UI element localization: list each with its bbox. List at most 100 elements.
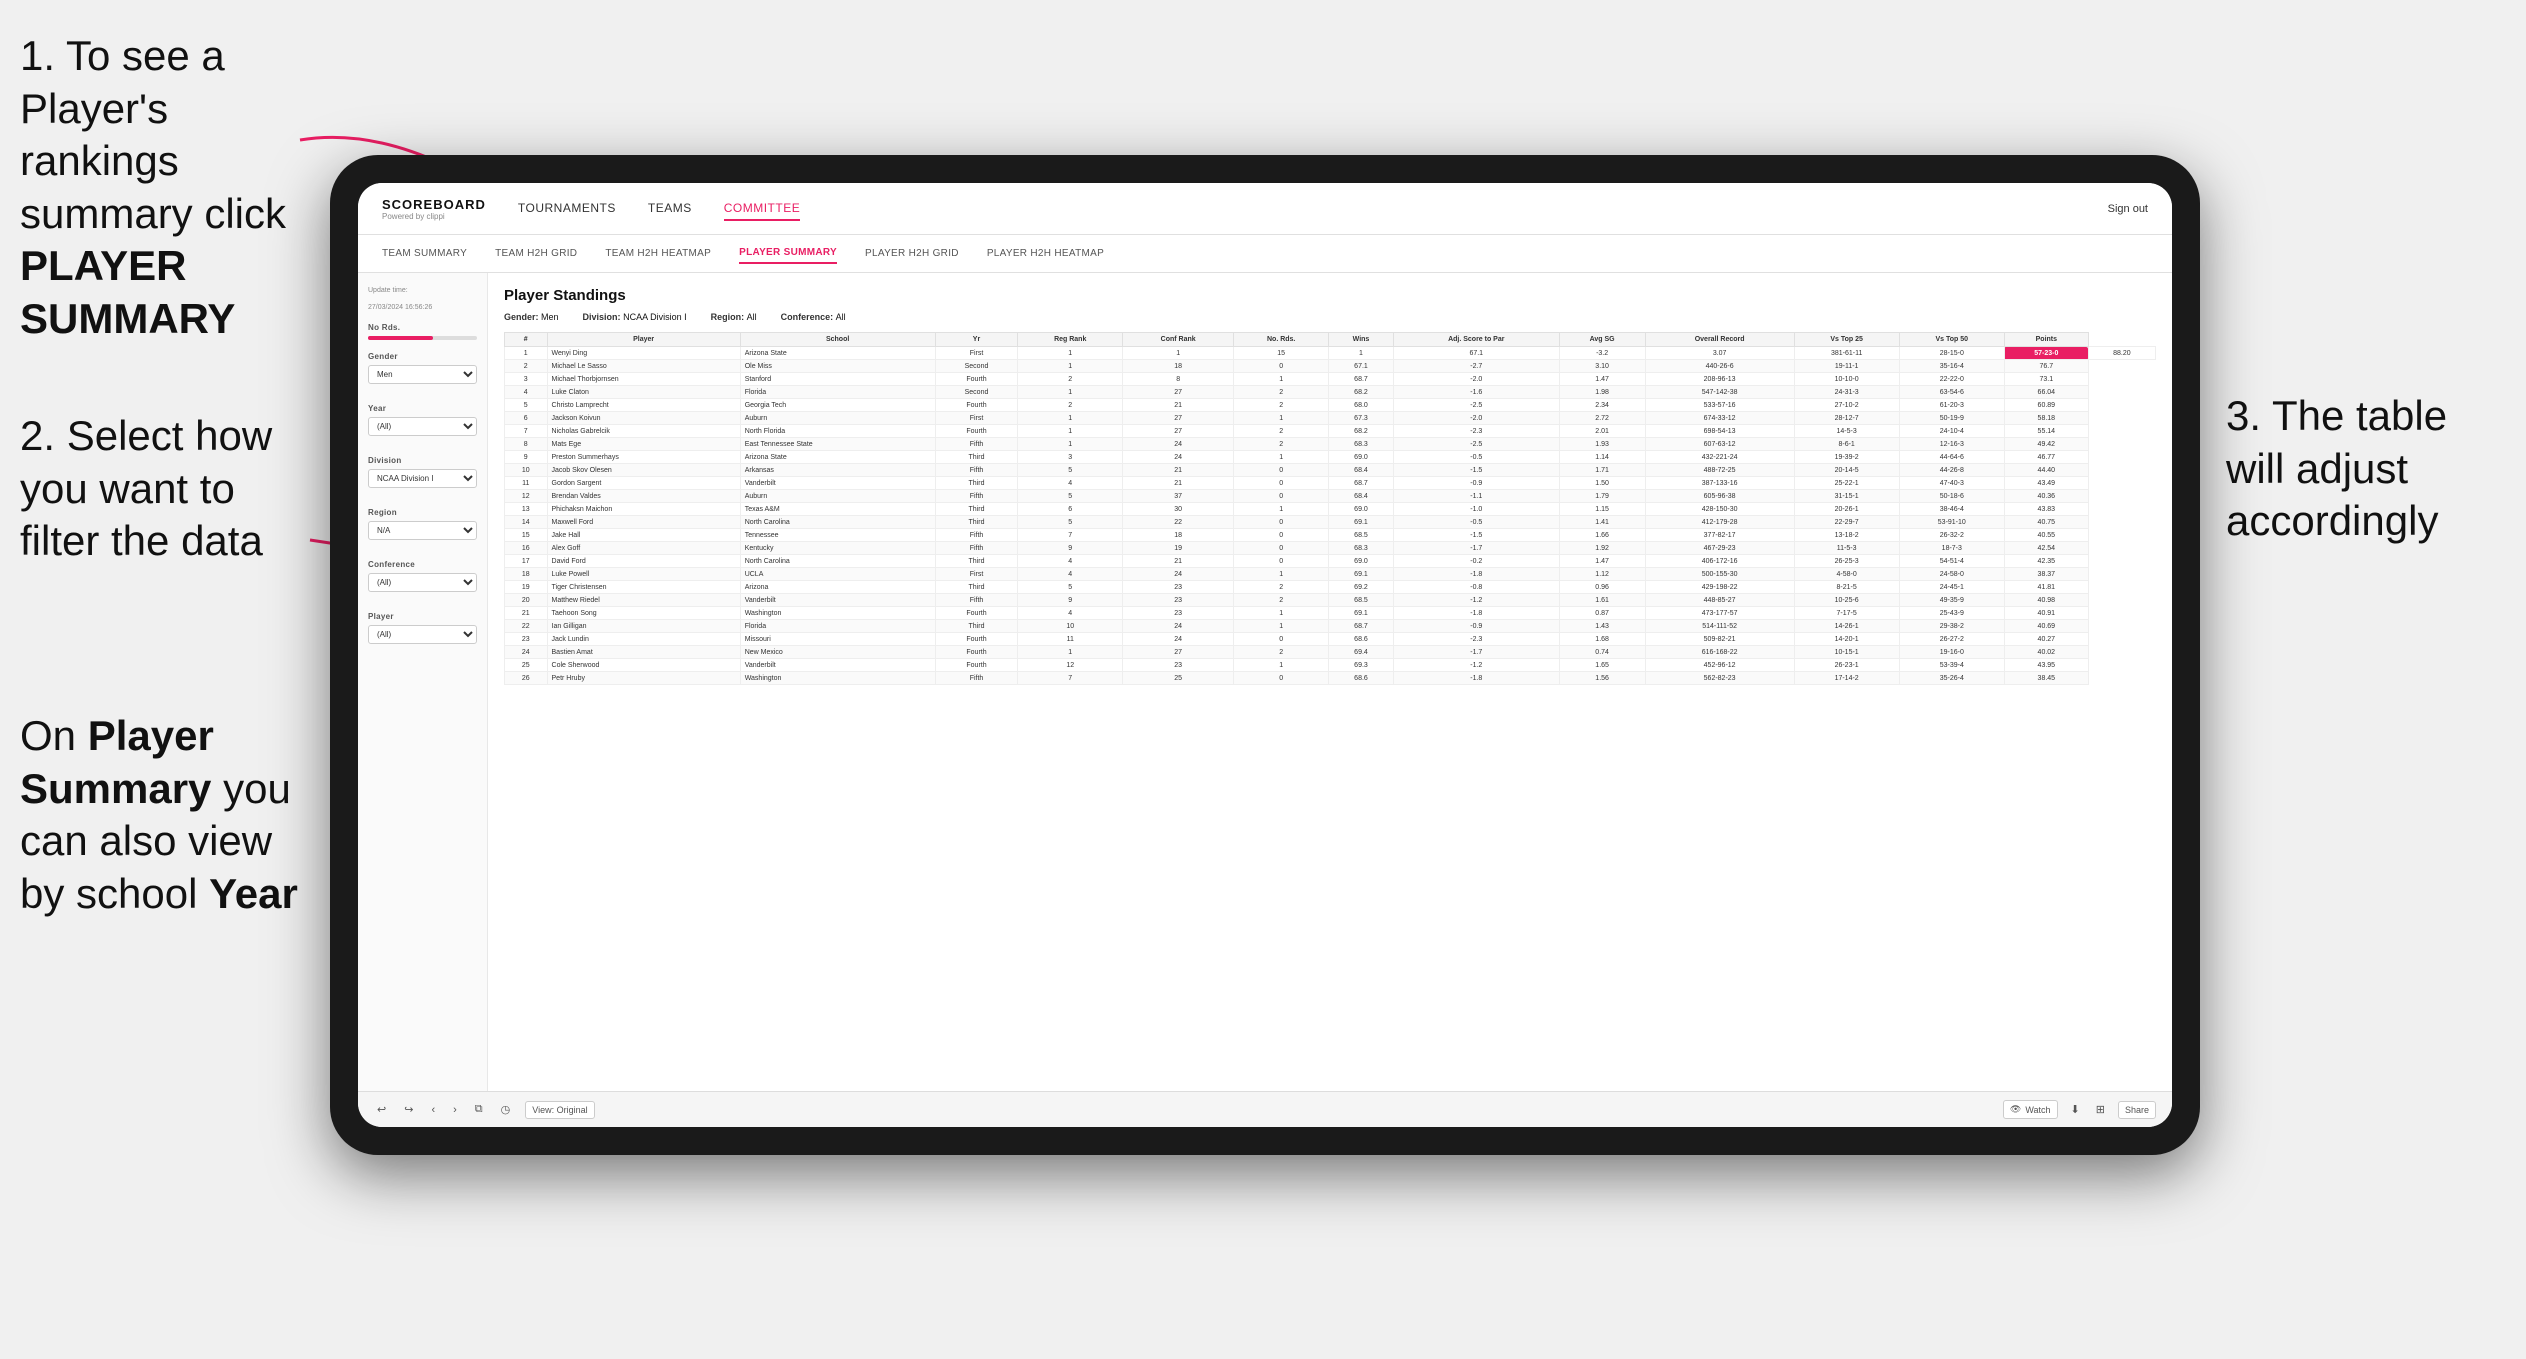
sidebar-year-section: Year (All) bbox=[368, 404, 477, 444]
sidebar-player-section: Player (All) bbox=[368, 612, 477, 652]
sidebar-conference-label: Conference bbox=[368, 560, 477, 569]
table-row: 7Nicholas GabrelcikNorth FloridaFourth12… bbox=[505, 425, 2156, 438]
logo-text: SCOREBOARD bbox=[382, 197, 486, 212]
table-row: 15Jake HallTennesseeFifth718068.5-1.51.6… bbox=[505, 529, 2156, 542]
nav-link-teams[interactable]: TEAMS bbox=[648, 197, 692, 221]
filter-gender-label: Gender: Men bbox=[504, 312, 559, 322]
sidebar-update-section: Update time: 27/03/2024 16:56:26 bbox=[368, 287, 477, 311]
col-school: School bbox=[740, 333, 935, 347]
tablet-screen: SCOREBOARD Powered by clippi TOURNAMENTS… bbox=[358, 183, 2172, 1127]
bottom-toolbar: ↩ ↪ ‹ › ⧉ ◷ View: Original 👁 Watch ⬇ ⊞ S… bbox=[358, 1091, 2172, 1127]
table-title: Player Standings bbox=[504, 287, 2156, 304]
table-row: 25Cole SherwoodVanderbiltFourth1223169.3… bbox=[505, 659, 2156, 672]
table-row: 14Maxwell FordNorth CarolinaThird522069.… bbox=[505, 516, 2156, 529]
watch-icon: 👁 bbox=[2010, 1104, 2021, 1115]
sidebar-division-section: Division NCAA Division I bbox=[368, 456, 477, 496]
table-filters: Gender: Men Division: NCAA Division I Re… bbox=[504, 312, 2156, 322]
sidebar-slider[interactable] bbox=[368, 336, 477, 340]
sidebar-region-label: Region bbox=[368, 508, 477, 517]
sidebar-region-select[interactable]: N/A bbox=[368, 521, 477, 540]
undo-icon[interactable]: ↩ bbox=[377, 1103, 386, 1116]
step3-text: 3. The table will adjust accordingly bbox=[2226, 392, 2447, 544]
sidebar-player-label: Player bbox=[368, 612, 477, 621]
subnav-player-h2h-heatmap[interactable]: PLAYER H2H HEATMAP bbox=[987, 244, 1104, 263]
filter-conference-label: Conference: All bbox=[781, 312, 846, 322]
table-row: 4Luke ClatonFloridaSecond127268.2-1.61.9… bbox=[505, 386, 2156, 399]
subnav-team-h2h-grid[interactable]: TEAM H2H GRID bbox=[495, 244, 577, 263]
subnav-team-h2h-heatmap[interactable]: TEAM H2H HEATMAP bbox=[605, 244, 711, 263]
sidebar-gender-select[interactable]: Men bbox=[368, 365, 477, 384]
table-row: 16Alex GoffKentuckyFifth919068.3-1.71.92… bbox=[505, 542, 2156, 555]
clock-icon[interactable]: ◷ bbox=[501, 1103, 511, 1116]
sidebar-year-select[interactable]: (All) bbox=[368, 417, 477, 436]
table-row: 20Matthew RiedelVanderbiltFifth923268.5-… bbox=[505, 594, 2156, 607]
table-row: 8Mats EgeEast Tennessee StateFifth124268… bbox=[505, 438, 2156, 451]
download-icon[interactable]: ⬇ bbox=[2071, 1103, 2080, 1116]
filter-region-label: Region: All bbox=[711, 312, 757, 322]
sidebar-division-label: Division bbox=[368, 456, 477, 465]
table-row: 22Ian GilliganFloridaThird1024168.7-0.91… bbox=[505, 620, 2156, 633]
step1-text: 1. To see a Player's rankings summary cl… bbox=[20, 32, 286, 237]
table-area: Player Standings Gender: Men Division: N… bbox=[488, 273, 2172, 1091]
table-row: 12Brendan ValdesAuburnFifth537068.4-1.11… bbox=[505, 490, 2156, 503]
nav-right: Sign out bbox=[2108, 203, 2148, 215]
table-row: 17David FordNorth CarolinaThird421069.0-… bbox=[505, 555, 2156, 568]
sidebar-player-select[interactable]: (All) bbox=[368, 625, 477, 644]
step2-text: 2. Select how you want to filter the dat… bbox=[20, 412, 272, 564]
filter-division-label: Division: NCAA Division I bbox=[583, 312, 687, 322]
nav-link-tournaments[interactable]: TOURNAMENTS bbox=[518, 197, 616, 221]
copy-icon[interactable]: ⧉ bbox=[475, 1103, 483, 1116]
nav-link-committee[interactable]: COMMITTEE bbox=[724, 197, 801, 221]
table-row: 1Wenyi DingArizona StateFirst1115167.1-3… bbox=[505, 347, 2156, 360]
logo-area: SCOREBOARD Powered by clippi bbox=[382, 197, 486, 221]
subnav-team-summary[interactable]: TEAM SUMMARY bbox=[382, 244, 467, 263]
sidebar-gender-section: Gender Men bbox=[368, 352, 477, 392]
subnav-player-h2h-grid[interactable]: PLAYER H2H GRID bbox=[865, 244, 959, 263]
sidebar-division-select[interactable]: NCAA Division I bbox=[368, 469, 477, 488]
table-row: 23Jack LundinMissouriFourth1124068.6-2.3… bbox=[505, 633, 2156, 646]
share-button[interactable]: Share bbox=[2118, 1101, 2156, 1119]
view-original-button[interactable]: View: Original bbox=[525, 1101, 594, 1119]
sidebar-conference-section: Conference (All) bbox=[368, 560, 477, 600]
tablet-device: SCOREBOARD Powered by clippi TOURNAMENTS… bbox=[330, 155, 2200, 1155]
table-row: 5Christo LamprechtGeorgia TechFourth2212… bbox=[505, 399, 2156, 412]
table-row: 26Petr HrubyWashingtonFifth725068.6-1.81… bbox=[505, 672, 2156, 685]
view-label: View: Original bbox=[532, 1105, 587, 1115]
sign-out-link[interactable]: Sign out bbox=[2108, 203, 2148, 215]
col-no-rds: No. Rds. bbox=[1234, 333, 1329, 347]
step1-bold: PLAYER SUMMARY bbox=[20, 242, 235, 342]
table-row: 2Michael Le SassoOle MissSecond118067.1-… bbox=[505, 360, 2156, 373]
next-icon[interactable]: › bbox=[453, 1104, 457, 1116]
col-avg-sg: Avg SG bbox=[1559, 333, 1645, 347]
col-reg-rank: Reg Rank bbox=[1018, 333, 1123, 347]
main-content: Update time: 27/03/2024 16:56:26 No Rds.… bbox=[358, 273, 2172, 1091]
toolbar-right: 👁 Watch ⬇ ⊞ Share bbox=[2003, 1100, 2156, 1119]
table-row: 6Jackson KoivunAuburnFirst127167.3-2.02.… bbox=[505, 412, 2156, 425]
col-player: Player bbox=[547, 333, 740, 347]
grid-icon[interactable]: ⊞ bbox=[2096, 1103, 2105, 1116]
sidebar-update-time: 27/03/2024 16:56:26 bbox=[368, 304, 477, 311]
prev-icon[interactable]: ‹ bbox=[431, 1104, 435, 1116]
player-standings-table: # Player School Yr Reg Rank Conf Rank No… bbox=[504, 332, 2156, 685]
watch-button[interactable]: 👁 Watch bbox=[2003, 1100, 2058, 1119]
sidebar-no-rds-label: No Rds. bbox=[368, 323, 477, 332]
share-label: Share bbox=[2125, 1105, 2149, 1115]
sidebar: Update time: 27/03/2024 16:56:26 No Rds.… bbox=[358, 273, 488, 1091]
step-bottom-text1: On bbox=[20, 712, 88, 759]
annotation-step-bottom: On Player Summary you can also view by s… bbox=[0, 700, 340, 930]
sidebar-no-rds: No Rds. bbox=[368, 323, 477, 340]
annotation-step1: 1. To see a Player's rankings summary cl… bbox=[0, 20, 320, 355]
annotation-step3: 3. The table will adjust accordingly bbox=[2206, 380, 2526, 558]
redo-icon[interactable]: ↪ bbox=[404, 1103, 413, 1116]
col-adj-score: Adj. Score to Par bbox=[1393, 333, 1559, 347]
nav-links: TOURNAMENTS TEAMS COMMITTEE bbox=[518, 197, 2108, 221]
table-row: 11Gordon SargentVanderbiltThird421068.7-… bbox=[505, 477, 2156, 490]
table-row: 13Phichaksn MaichonTexas A&MThird630169.… bbox=[505, 503, 2156, 516]
col-vs-top25: Vs Top 25 bbox=[1794, 333, 1899, 347]
subnav-player-summary[interactable]: PLAYER SUMMARY bbox=[739, 243, 837, 264]
nav-bar: SCOREBOARD Powered by clippi TOURNAMENTS… bbox=[358, 183, 2172, 235]
col-yr: Yr bbox=[935, 333, 1018, 347]
col-points: Points bbox=[2004, 333, 2088, 347]
sidebar-conference-select[interactable]: (All) bbox=[368, 573, 477, 592]
watch-label: Watch bbox=[2025, 1105, 2050, 1115]
